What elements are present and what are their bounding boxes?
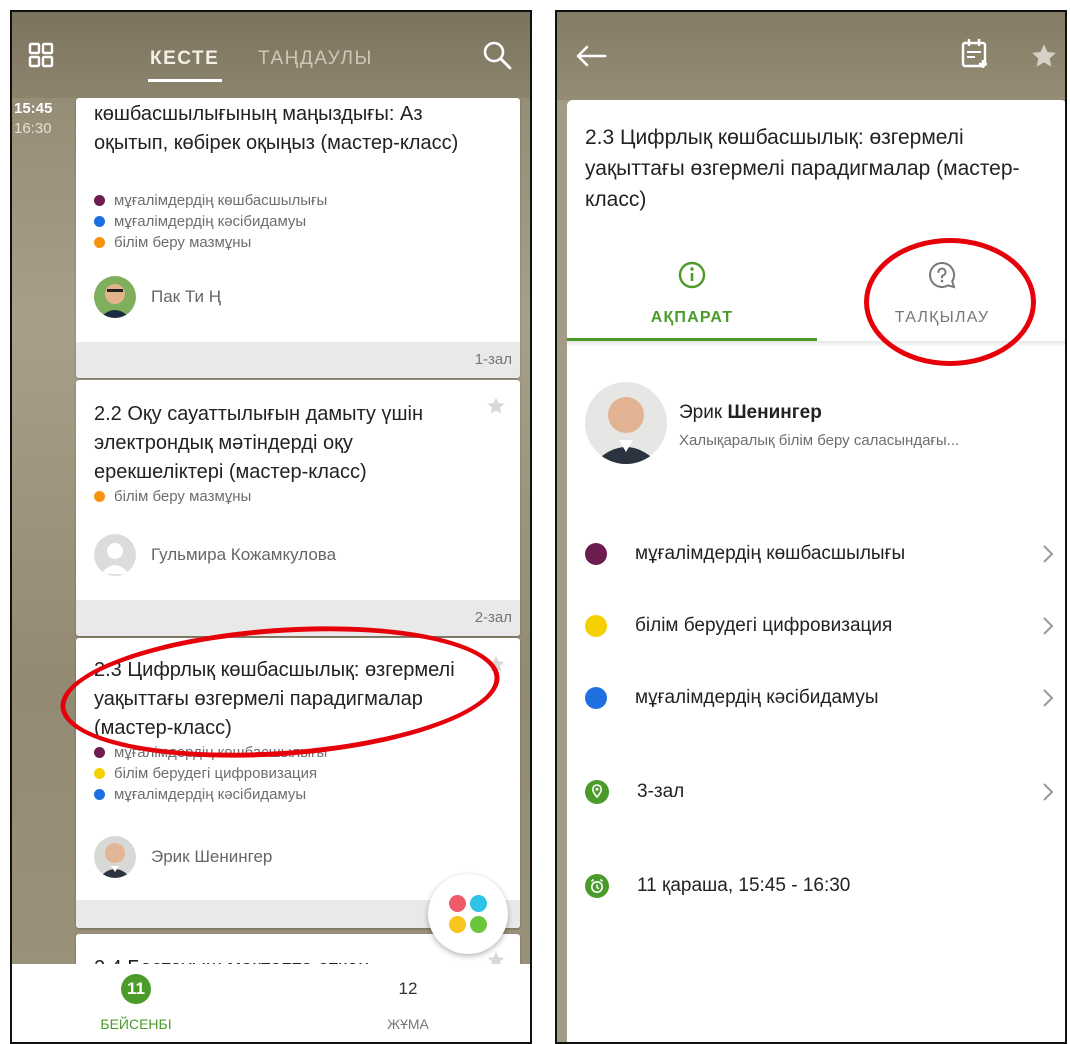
topic-list: мұғалімдердің көшбасшылығы мұғалімдердің… — [94, 190, 327, 253]
top-app-bar — [557, 12, 1065, 100]
topic-row[interactable]: мұғалімдердің кәсібидамуы — [585, 678, 1055, 718]
alarm-clock-icon — [585, 874, 609, 898]
session-detail-screen: 2.3 Цифрлық көшбасшылық: өзгермелі уақыт… — [555, 10, 1067, 1044]
topic-color-dot — [585, 543, 607, 565]
day-number: 12 — [398, 979, 418, 998]
schedule-screen: КЕСТЕ ТАҢДАУЛЫ 15:45 16:30 көшбасшылығын… — [10, 10, 532, 1044]
topic-item: мұғалімдердің кәсібидамуы — [94, 784, 327, 805]
favorite-star-icon[interactable] — [1029, 42, 1059, 70]
day-number: 11 — [121, 974, 151, 1004]
location-label: 3-зал — [637, 781, 685, 802]
session-title: көшбасшылығының маңыздығы: Аз оқытып, кө… — [94, 103, 459, 154]
search-icon[interactable] — [482, 40, 512, 70]
topic-color-dot — [585, 687, 607, 709]
highlight-ellipse — [864, 238, 1036, 366]
session-title: 2.3 Цифрлық көшбасшылық: өзгермелі уақыт… — [585, 126, 1020, 211]
speaker-name: Эрик Шенингер — [151, 847, 273, 866]
avatar — [94, 276, 136, 318]
tab-schedule[interactable]: КЕСТЕ — [150, 48, 219, 70]
star-icon[interactable] — [486, 396, 506, 416]
tab-label: АҚПАРАТ — [650, 309, 734, 326]
add-to-calendar-icon[interactable] — [961, 38, 989, 70]
datetime-row: 11 қараша, 15:45 - 16:30 — [585, 866, 1055, 906]
speaker: Гульмира Кожамкулова — [94, 534, 336, 576]
topic-color-dot — [585, 615, 607, 637]
speaker: Эрик Шенингер — [94, 836, 272, 878]
active-tab-indicator — [148, 79, 222, 82]
speaker-name: Пак Ти Ң — [151, 287, 221, 306]
apps-fab-button[interactable] — [428, 874, 508, 954]
location-pin-icon — [585, 780, 609, 804]
topic-label: білім берудегі цифровизация — [635, 615, 893, 636]
session-end-time: 16:30 — [14, 120, 52, 137]
chevron-right-icon — [1043, 545, 1054, 563]
session-card[interactable]: 2.2 Оқу сауаттылығын дамыту үшін электро… — [76, 380, 520, 636]
topic-item: мұғалімдердің кәсібидамуы — [94, 211, 327, 232]
topic-label: мұғалімдердің көшбасшылығы — [635, 543, 906, 564]
grid-menu-icon[interactable] — [28, 42, 54, 68]
datetime-label: 11 қараша, 15:45 - 16:30 — [637, 875, 851, 896]
back-arrow-icon[interactable] — [575, 45, 607, 67]
speaker-name: Гульмира Кожамкулова — [151, 545, 337, 564]
session-title: 2.2 Оқу сауаттылығын дамыту үшін электро… — [94, 403, 423, 483]
topic-row[interactable]: білім берудегі цифровизация — [585, 606, 1055, 646]
session-detail-sheet: 2.3 Цифрлық көшбасшылық: өзгермелі уақыт… — [567, 100, 1065, 1042]
topic-label: мұғалімдердің кәсібидамуы — [635, 687, 879, 708]
speaker: Пак Ти Ң — [94, 276, 221, 318]
day-selector: 11 БЕЙСЕНБІ 12 ЖҰМА — [12, 964, 530, 1042]
topic-item: білім беру мазмұны — [94, 232, 327, 253]
day-label: ЖҰМА — [387, 1016, 429, 1032]
location-row[interactable]: 3-зал — [585, 772, 1055, 812]
topic-list: білім беру мазмұны — [94, 486, 251, 507]
avatar-placeholder — [94, 534, 136, 576]
chevron-right-icon — [1043, 617, 1054, 635]
topic-item: білім беру мазмұны — [94, 486, 251, 507]
chevron-right-icon — [1043, 783, 1054, 801]
topic-row[interactable]: мұғалімдердің көшбасшылығы — [585, 534, 1055, 574]
speaker-role: Халықаралық білім беру саласындағы... — [679, 432, 960, 449]
day-tab-thursday[interactable]: 11 БЕЙСЕНБІ — [76, 974, 196, 1032]
avatar — [94, 836, 136, 878]
speaker-name[interactable]: Эрик Шенингер — [679, 402, 822, 424]
day-tab-friday[interactable]: 12 ЖҰМА — [348, 974, 468, 1032]
topic-item: білім берудегі цифровизация — [94, 763, 327, 784]
chevron-right-icon — [1043, 689, 1054, 707]
session-card[interactable]: көшбасшылығының маңыздығы: Аз оқытып, кө… — [76, 98, 520, 378]
info-icon — [678, 261, 706, 289]
day-label: БЕЙСЕНБІ — [100, 1016, 172, 1032]
speaker-avatar[interactable] — [585, 382, 667, 464]
tab-info[interactable]: АҚПАРАТ — [567, 260, 817, 327]
tab-favorites[interactable]: ТАҢДАУЛЫ — [258, 48, 373, 70]
top-app-bar: КЕСТЕ ТАҢДАУЛЫ — [12, 12, 530, 98]
session-start-time: 15:45 — [14, 100, 53, 117]
room-label: 1-зал — [76, 342, 520, 378]
topic-item: мұғалімдердің көшбасшылығы — [94, 190, 327, 211]
